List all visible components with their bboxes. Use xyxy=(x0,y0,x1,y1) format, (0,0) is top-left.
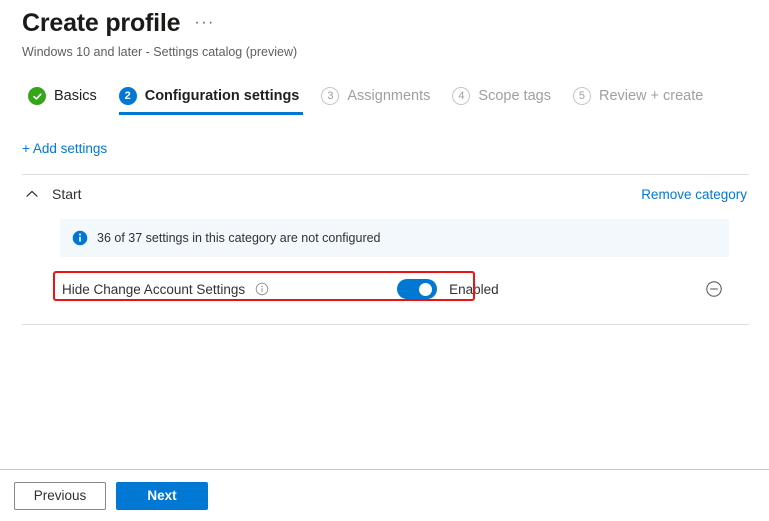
category-header: Start Remove category xyxy=(22,175,749,213)
next-button[interactable]: Next xyxy=(116,481,208,510)
tab-review-create[interactable]: 5 Review + create xyxy=(565,83,717,115)
info-icon[interactable] xyxy=(255,282,269,296)
tab-label-basics: Basics xyxy=(54,88,97,104)
tab-basics[interactable]: Basics xyxy=(20,83,111,115)
setting-toggle-group: Enabled xyxy=(397,279,499,299)
step-number-badge: 2 xyxy=(118,87,137,105)
page-title: Create profile xyxy=(22,9,181,37)
more-options-icon[interactable]: ··· xyxy=(194,15,214,31)
wizard-tabs: Basics 2 Configuration settings 3 Assign… xyxy=(0,83,769,115)
category-name: Start xyxy=(52,186,82,202)
setting-label: Hide Change Account Settings xyxy=(62,281,246,297)
info-banner-text: 36 of 37 settings in this category are n… xyxy=(97,231,381,245)
setting-toggle[interactable] xyxy=(397,279,438,299)
tab-label-review-create: Review + create xyxy=(598,88,704,104)
tab-label-scope-tags: Scope tags xyxy=(478,88,551,104)
remove-category-link[interactable]: Remove category xyxy=(641,187,749,202)
setting-row: Hide Change Account Settings Enabled xyxy=(22,271,749,307)
toggle-knob xyxy=(419,282,433,296)
tab-configuration-settings[interactable]: 2 Configuration settings xyxy=(111,83,314,115)
step-number-badge: 5 xyxy=(572,87,591,105)
info-banner: 36 of 37 settings in this category are n… xyxy=(60,219,729,257)
toggle-state-label: Enabled xyxy=(449,281,499,297)
previous-button[interactable]: Previous xyxy=(14,481,106,510)
category-start: Start Remove category 36 of 37 settings … xyxy=(0,174,769,307)
page-subtitle: Windows 10 and later - Settings catalog … xyxy=(22,45,298,59)
title-row: Create profile ··· xyxy=(22,8,769,38)
step-number-badge: 3 xyxy=(321,87,340,105)
tab-scope-tags[interactable]: 4 Scope tags xyxy=(444,83,565,115)
category-bottom-divider xyxy=(22,324,749,325)
remove-circle-icon[interactable] xyxy=(705,280,723,298)
chevron-up-icon[interactable] xyxy=(24,186,40,202)
info-icon xyxy=(72,230,88,246)
tab-label-assignments: Assignments xyxy=(347,88,431,104)
page-header: Create profile ··· Windows 10 and later … xyxy=(0,0,769,60)
add-settings-link[interactable]: + Add settings xyxy=(22,141,107,156)
tab-assignments[interactable]: 3 Assignments xyxy=(313,83,444,115)
tab-label-configuration-settings: Configuration settings xyxy=(144,88,300,104)
step-complete-icon xyxy=(28,87,46,105)
step-number-badge: 4 xyxy=(452,87,471,105)
wizard-footer: Previous Next xyxy=(0,469,769,521)
